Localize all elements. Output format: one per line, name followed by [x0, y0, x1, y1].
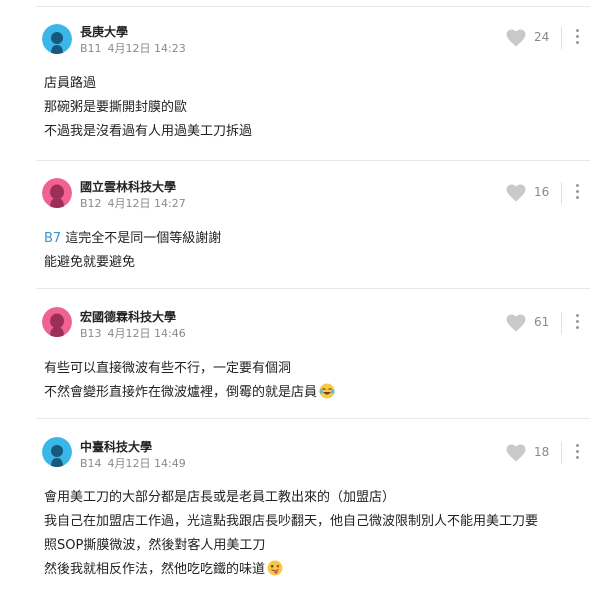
- comment-body: B7 這完全不是同一個等級謝謝 能避免就要避免: [44, 227, 600, 275]
- comment-meta: B11 4月12日 14:23: [80, 40, 192, 56]
- comment-line: 我自己在加盟店工作過，光這點我跟店長吵翻天，他自己微波限制別人不能用美工刀要: [44, 514, 539, 529]
- user-silhouette-icon: [42, 307, 72, 337]
- post-time: 4月12日 14:23: [107, 42, 186, 55]
- top-divider: [36, 6, 590, 7]
- school-name[interactable]: 長庚大學: [80, 23, 128, 40]
- school-name[interactable]: 國立雲林科技大學: [80, 178, 176, 195]
- action-separator: [561, 182, 562, 204]
- user-silhouette-icon: [42, 24, 72, 54]
- comment-meta: B12 4月12日 14:27: [80, 195, 192, 211]
- post-time: 4月12日 14:27: [107, 197, 186, 210]
- comment-line: 不然會變形直接炸在微波爐裡，倒霉的就是店員: [44, 381, 600, 405]
- comment-body: 店員路過 那碗粥是要撕開封膜的歐 不過我是沒看過有人用過美工刀拆過: [44, 72, 600, 144]
- action-separator: [561, 27, 562, 49]
- laughing-tears-emoji-icon: [319, 383, 335, 399]
- post-time: 4月12日 14:49: [107, 457, 186, 470]
- heart-icon[interactable]: [506, 184, 526, 202]
- more-vertical-icon[interactable]: [572, 442, 582, 462]
- comment-text: 不然會變形直接炸在微波爐裡，倒霉的就是店員: [44, 385, 318, 400]
- like-count: 24: [534, 30, 550, 44]
- comment-body: 會用美工刀的大部分都是店長或是老員工教出來的（加盟店） 我自己在加盟店工作過，光…: [44, 486, 600, 582]
- heart-icon[interactable]: [506, 314, 526, 332]
- comment-line: 不過我是沒看過有人用過美工刀拆過: [44, 124, 253, 139]
- floor-number: B12: [80, 197, 102, 210]
- heart-icon[interactable]: [506, 444, 526, 462]
- comment-line: 能避免就要避免: [44, 255, 136, 270]
- comment-line: 然後我就相反作法，然他吃吃鐵的味道: [44, 558, 600, 582]
- comment-feed: 長庚大學 B11 4月12日 14:23 24 店員路過 那碗粥是要撕開封膜的歐 …: [0, 0, 610, 607]
- tongue-wink-emoji-icon: [267, 560, 283, 576]
- comment-text: 這完全不是同一個等級謝謝: [65, 231, 222, 246]
- user-silhouette-icon: [42, 178, 72, 208]
- action-separator: [561, 442, 562, 464]
- like-count: 18: [534, 445, 550, 459]
- comment-line: 那碗粥是要撕開封膜的歐: [44, 100, 188, 115]
- floor-number: B14: [80, 457, 102, 470]
- like-count: 61: [534, 315, 550, 329]
- user-silhouette-icon: [42, 437, 72, 467]
- comment-text: 然後我就相反作法，然他吃吃鐵的味道: [44, 562, 266, 577]
- comment-divider: [36, 418, 590, 419]
- comment-meta: B13 4月12日 14:46: [80, 325, 192, 341]
- comment-line: 店員路過: [44, 76, 97, 91]
- comment-line: 會用美工刀的大部分都是店長或是老員工教出來的（加盟店）: [44, 490, 396, 505]
- comment-divider: [36, 160, 590, 161]
- post-time: 4月12日 14:46: [107, 327, 186, 340]
- comment-line: 有些可以直接微波有些不行，一定要有個洞: [44, 361, 292, 376]
- more-vertical-icon[interactable]: [572, 312, 582, 332]
- more-vertical-icon[interactable]: [572, 27, 582, 47]
- action-separator: [561, 312, 562, 334]
- comment-divider: [36, 288, 590, 289]
- comment-line: 照SOP撕膜微波，然後對客人用美工刀: [44, 538, 266, 553]
- comment-meta: B14 4月12日 14:49: [80, 455, 192, 471]
- heart-icon[interactable]: [506, 29, 526, 47]
- floor-reference-link[interactable]: B7: [44, 231, 61, 246]
- floor-number: B13: [80, 327, 102, 340]
- comment-line: B7 這完全不是同一個等級謝謝: [44, 227, 600, 251]
- comment-body: 有些可以直接微波有些不行，一定要有個洞 不然會變形直接炸在微波爐裡，倒霉的就是店…: [44, 357, 600, 405]
- like-count: 16: [534, 185, 550, 199]
- school-name[interactable]: 中臺科技大學: [80, 438, 152, 455]
- more-vertical-icon[interactable]: [572, 182, 582, 202]
- floor-number: B11: [80, 42, 102, 55]
- school-name[interactable]: 宏國德霖科技大學: [80, 308, 176, 325]
